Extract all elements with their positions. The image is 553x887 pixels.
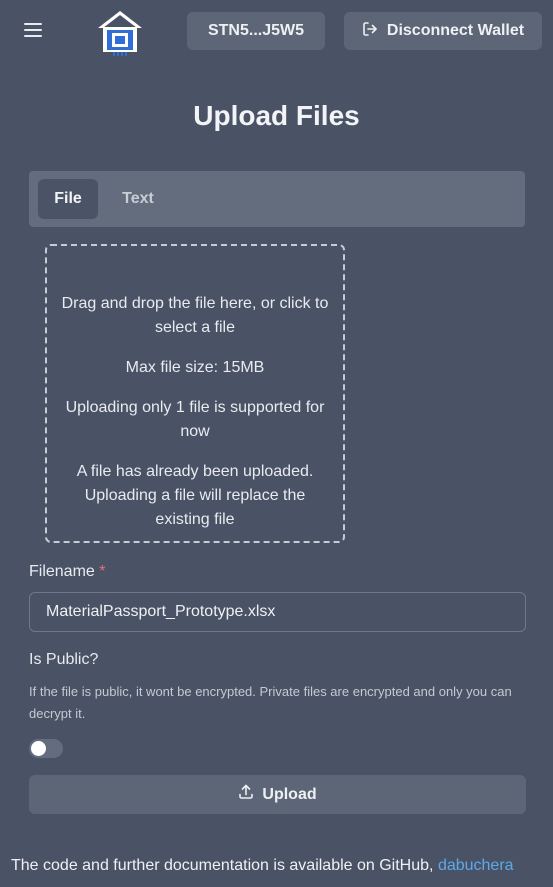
dropzone-instruction: Drag and drop the file here, or click to… [61,295,329,336]
filename-label-text: Filename [29,563,95,580]
required-marker: * [99,563,106,580]
is-public-helper-text: If the file is public, it wont be encryp… [29,684,512,721]
upload-label: Upload [262,785,317,803]
wallet-address-label: STN5...J5W5 [207,22,305,39]
disconnect-wallet-button[interactable]: Disconnect Wallet [344,12,542,50]
tab-text[interactable]: Text [108,179,168,219]
is-public-toggle[interactable] [29,739,63,758]
is-public-label: Is Public? [29,651,99,668]
wallet-address-button[interactable]: STN5...J5W5 [187,12,325,50]
github-link[interactable]: dabuchera [438,857,514,874]
toggle-knob [31,741,46,756]
upload-icon [238,784,254,805]
hamburger-menu-icon[interactable] [20,17,46,43]
upload-mode-tabs: File Text [29,171,525,227]
upload-button[interactable]: Upload [29,775,526,814]
tab-file[interactable]: File [38,179,98,219]
dropzone-single-file-note: Uploading only 1 file is supported for n… [65,399,325,440]
logout-icon [362,21,378,42]
filename-field[interactable] [29,592,526,632]
dropzone-replace-note: A file has already been uploaded. Upload… [76,463,314,528]
top-header: STN5...J5W5 Disconnect Wallet [0,0,553,64]
footer-text: The code and further documentation is av… [11,857,434,874]
footer-note: The code and further documentation is av… [11,857,553,875]
house-chip-logo[interactable] [95,8,145,58]
dropzone-max-size: Max file size: 15MB [125,359,265,376]
file-dropzone[interactable]: Drag and drop the file here, or click to… [45,244,345,543]
page-title: Upload Files [193,100,360,131]
filename-label: Filename * [29,563,106,581]
disconnect-wallet-label: Disconnect Wallet [386,22,525,39]
